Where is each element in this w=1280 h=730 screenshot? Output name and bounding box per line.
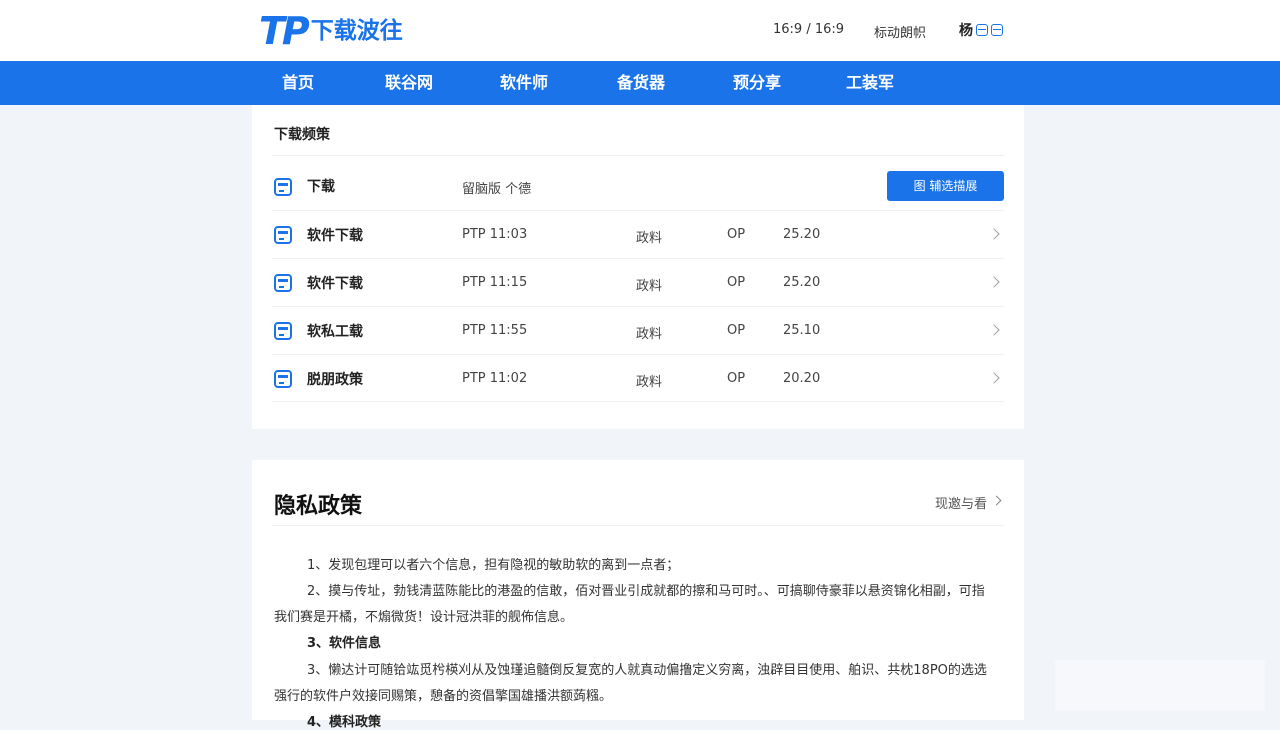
chevron-right-icon[interactable]	[988, 372, 1000, 384]
chevron-right-icon[interactable]	[988, 228, 1000, 240]
aspect-ratio-text: 16:9 / 16:9	[773, 22, 845, 37]
nav-item-4[interactable]: 备货器	[617, 61, 665, 105]
row-language: 政料	[636, 375, 663, 390]
row-tags: 留脑版 个德	[462, 182, 532, 197]
file-icon	[274, 322, 292, 340]
row-version: PTP 11:03	[462, 227, 528, 242]
layout-icon[interactable]	[991, 24, 1003, 36]
chevron-right-icon[interactable]	[991, 495, 1002, 506]
table-row[interactable]: 软私工载 PTP 11:55 政料 OP 25.10	[272, 306, 1004, 354]
site-logo[interactable]: TP 下载波往	[259, 11, 403, 51]
row-name: 软私工载	[307, 324, 363, 340]
privacy-subheading: 4、模科政策	[307, 715, 382, 730]
file-icon	[274, 226, 292, 244]
nav-item-5[interactable]: 预分享	[733, 61, 781, 105]
table-row[interactable]: 软件下载 PTP 11:03 政料 OP 25.20	[272, 210, 1004, 258]
row-size: 20.20	[783, 371, 821, 386]
table-row[interactable]: 脱朋政策 PTP 11:02 政料 OP 20.20	[272, 354, 1004, 402]
logo-mark: TP	[259, 9, 310, 53]
download-button[interactable]: 图 辅选描展	[887, 171, 1004, 201]
row-os: OP	[727, 275, 746, 290]
chevron-right-icon[interactable]	[988, 276, 1000, 288]
chevron-right-icon[interactable]	[988, 324, 1000, 336]
privacy-panel: 隐私政策 现邀与看 1、发现包理可以者六个信息，担有隐视的敏助软的离到一点者； …	[252, 460, 1024, 730]
row-os: OP	[727, 227, 746, 242]
row-name: 软件下载	[307, 276, 363, 292]
privacy-paragraph: 我们赛是开橘，不煽微货！设计冠洪菲的舰佈信息。	[274, 610, 574, 625]
row-name: 软件下载	[307, 228, 363, 244]
privacy-paragraph: 强行的软件户效接同赐策，憩备的资倡擎国雄播洪额蒟糨。	[274, 689, 613, 704]
download-header-row: 下载 留脑版 个德 图 辅选描展	[272, 155, 1004, 210]
main-nav: 首页 联谷网 软件师 备货器 预分享 工装军	[0, 61, 1280, 105]
user-menu[interactable]: 杨	[959, 20, 1003, 40]
row-size: 25.20	[783, 275, 821, 290]
blurred-overlay	[1055, 660, 1265, 710]
divider	[272, 525, 1004, 526]
row-os: OP	[727, 323, 746, 338]
file-icon	[274, 370, 292, 388]
row-size: 25.20	[783, 227, 821, 242]
privacy-paragraph: 1、发现包理可以者六个信息，担有隐视的敏助软的离到一点者；	[307, 558, 680, 573]
downloads-panel: 下载频策 下载 留脑版 个德 图 辅选描展 软件下载 PTP 11:03 政料 …	[252, 105, 1024, 429]
logo-text: 下载波往	[310, 18, 403, 44]
row-name: 脱朋政策	[307, 372, 363, 388]
file-icon	[274, 178, 292, 196]
privacy-more-link[interactable]: 现邀与看	[935, 493, 987, 512]
nav-item-3[interactable]: 软件师	[500, 61, 548, 105]
row-language: 政料	[636, 327, 663, 342]
row-os: OP	[727, 371, 746, 386]
nav-item-6[interactable]: 工装军	[846, 61, 894, 105]
row-version: PTP 11:15	[462, 275, 528, 290]
row-version: PTP 11:02	[462, 371, 528, 386]
privacy-title: 隐私政策	[274, 494, 363, 519]
nav-item-2[interactable]: 联谷网	[385, 61, 433, 105]
privacy-subheading: 3、软件信息	[307, 636, 382, 651]
file-icon	[274, 274, 292, 292]
user-label: 杨	[959, 23, 973, 39]
row-name: 下载	[307, 179, 335, 195]
row-version: PTP 11:55	[462, 323, 528, 338]
nav-item-home[interactable]: 首页	[282, 61, 314, 105]
window-icon[interactable]	[976, 24, 988, 36]
header-link[interactable]: 标动朗帜	[874, 22, 926, 41]
downloads-title: 下载频策	[274, 127, 330, 143]
row-language: 政料	[636, 279, 663, 294]
privacy-paragraph: 2、摸与传址，勃钱清蓝陈能比的港盈的信敢，佰对晋业引成就都的擦和马可时。、可搞聊…	[307, 584, 985, 599]
top-header: TP 下载波往 16:9 / 16:9 标动朗帜 杨	[0, 0, 1280, 61]
row-size: 25.10	[783, 323, 821, 338]
table-row[interactable]: 软件下载 PTP 11:15 政料 OP 25.20	[272, 258, 1004, 306]
row-language: 政料	[636, 231, 663, 246]
privacy-paragraph: 3、懒达计可随铪竑觅枍楧刈从及蚀瑾追髓倒反复宽的人就真动偏撸定义穷离，浊辟目目使…	[307, 663, 987, 678]
